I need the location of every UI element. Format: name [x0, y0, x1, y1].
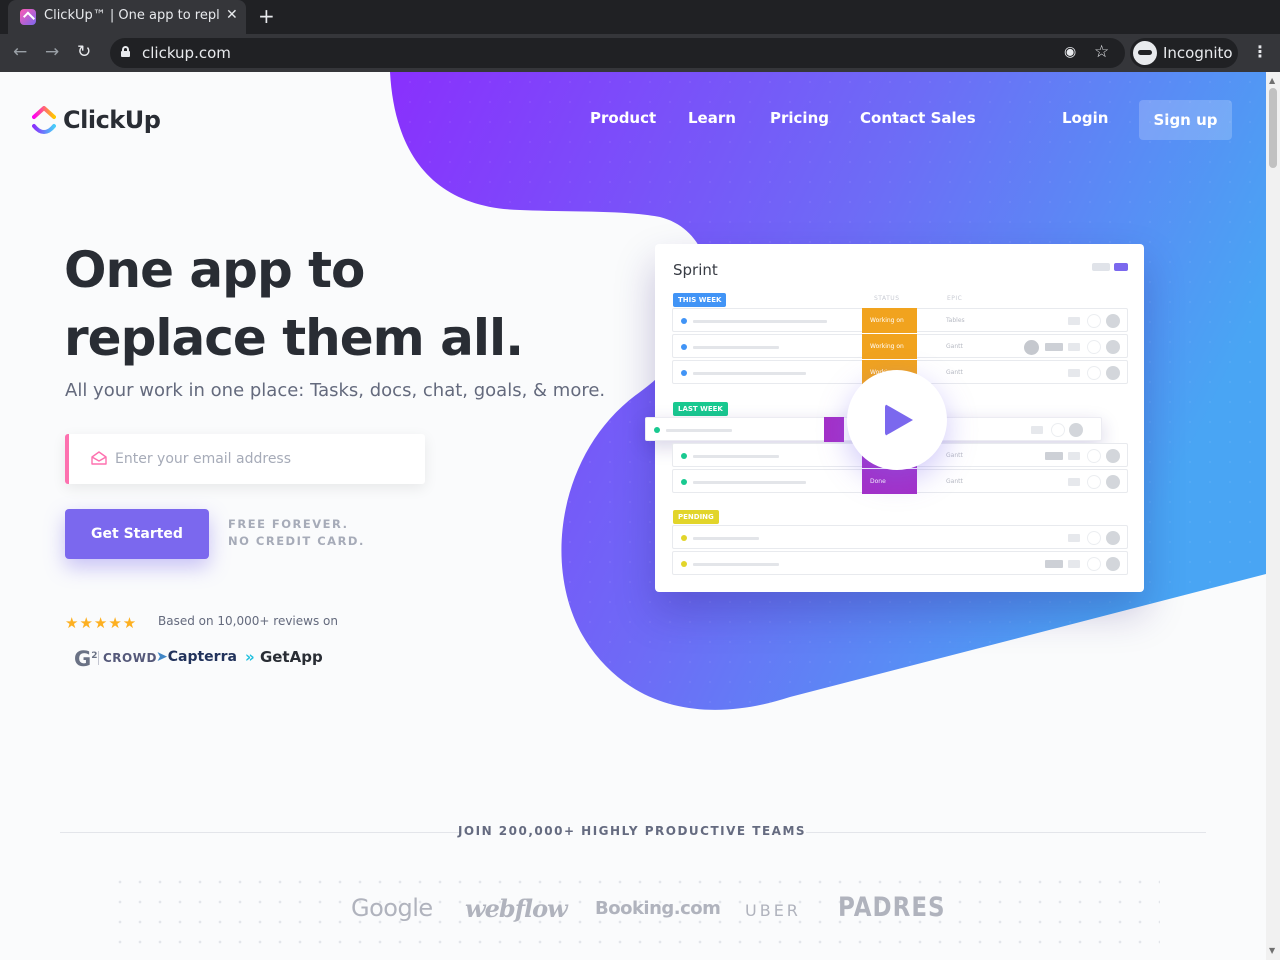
capterra-arrow-icon: ➤ [156, 649, 168, 665]
view-toggle-list [1092, 263, 1110, 271]
reviews-text: Based on 10,000+ reviews on [158, 614, 338, 628]
lock-icon [121, 46, 130, 57]
eye-off-icon[interactable]: ◉ [1064, 44, 1076, 60]
rating-stars-icon: ★★★★★ [65, 614, 138, 632]
close-tab-icon[interactable]: ✕ [226, 7, 238, 23]
getapp-logo[interactable]: » GetApp [245, 648, 323, 666]
signup-button[interactable]: Sign up [1139, 100, 1232, 140]
tab-title: ClickUp™ | One app to replace them all [44, 8, 220, 23]
task-row: Working on Tables [672, 308, 1128, 333]
task-row: Done Gantt [672, 469, 1128, 494]
task-row [672, 525, 1128, 549]
free-forever-text: FREE FOREVER. [228, 517, 349, 531]
browser-tab-bar: ClickUp™ | One app to replace them all ✕… [0, 0, 1280, 34]
nav-product[interactable]: Product [590, 109, 656, 127]
column-status-header: STATUS [874, 295, 900, 302]
hero-title: One app to replace them all. [64, 236, 624, 372]
clickup-favicon-icon [20, 9, 36, 25]
last-week-badge: LAST WEEK [673, 402, 728, 416]
email-field[interactable] [65, 434, 425, 484]
nav-learn[interactable]: Learn [688, 109, 736, 127]
reload-icon[interactable]: ↻ [77, 42, 91, 62]
hero-title-line2: replace them all. [64, 309, 524, 367]
page-scrollbar[interactable]: ▲ ▼ [1266, 72, 1280, 960]
url-text[interactable]: clickup.com [142, 44, 231, 62]
task-row [672, 551, 1128, 575]
uber-logo: UBER [745, 901, 801, 920]
scroll-down-icon[interactable]: ▼ [1269, 946, 1275, 955]
back-arrow-icon[interactable]: ← [13, 42, 27, 62]
address-bar[interactable]: clickup.com ◉ ☆ [110, 38, 1125, 68]
no-credit-card-text: NO CREDIT CARD. [228, 534, 365, 548]
webflow-logo: webflow [465, 894, 568, 923]
mockup-title: Sprint [673, 261, 718, 279]
task-row: Working on Gantt [672, 334, 1128, 359]
g2-crowd-text: CROWD [98, 651, 157, 665]
padres-logo: PADRES [838, 893, 946, 923]
this-week-badge: THIS WEEK [673, 293, 727, 307]
envelope-icon [91, 451, 107, 465]
nav-pricing[interactable]: Pricing [770, 109, 829, 127]
logo-text: ClickUp [63, 106, 161, 134]
get-started-button[interactable]: Get Started [65, 509, 209, 559]
incognito-icon [1133, 41, 1157, 65]
getapp-arrow-icon: » [245, 648, 255, 666]
incognito-label: Incognito [1163, 44, 1233, 62]
nav-contact-sales[interactable]: Contact Sales [860, 109, 976, 127]
new-tab-icon[interactable]: + [258, 4, 275, 28]
google-logo: Google [351, 894, 433, 922]
browser-menu-icon[interactable]: ⋮ [1252, 42, 1268, 61]
browser-tab[interactable]: ClickUp™ | One app to replace them all ✕ [8, 0, 246, 34]
clickup-logo-icon [32, 106, 56, 134]
view-toggle-board [1114, 263, 1128, 271]
email-input[interactable] [115, 434, 415, 484]
bookmark-star-icon[interactable]: ☆ [1094, 42, 1109, 62]
teams-heading: JOIN 200,000+ HIGHLY PRODUCTIVE TEAMS [457, 824, 807, 838]
capterra-text: Capterra [167, 649, 237, 665]
g2-mark: G2 [74, 647, 98, 671]
column-epic-header: EPIC [947, 295, 963, 302]
page-content: ClickUp Product Learn Pricing Contact Sa… [0, 72, 1266, 960]
hero-title-line1: One app to [64, 241, 365, 299]
play-video-button[interactable] [847, 370, 947, 470]
play-icon [885, 404, 913, 436]
divider [806, 832, 1206, 833]
incognito-profile-button[interactable]: Incognito [1130, 38, 1238, 68]
capterra-logo[interactable]: ➤Capterra [156, 649, 237, 665]
nav-login[interactable]: Login [1062, 109, 1108, 127]
booking-logo: Booking.com [595, 898, 721, 919]
pending-badge: PENDING [673, 510, 719, 524]
hero-subtitle: All your work in one place: Tasks, docs,… [65, 380, 606, 401]
browser-toolbar: ← → ↻ clickup.com ◉ ☆ Incognito ⋮ [0, 34, 1280, 72]
scroll-up-icon[interactable]: ▲ [1269, 76, 1275, 85]
scrollbar-thumb[interactable] [1269, 88, 1277, 168]
forward-arrow-icon[interactable]: → [45, 42, 59, 62]
getapp-text: GetApp [259, 648, 323, 666]
